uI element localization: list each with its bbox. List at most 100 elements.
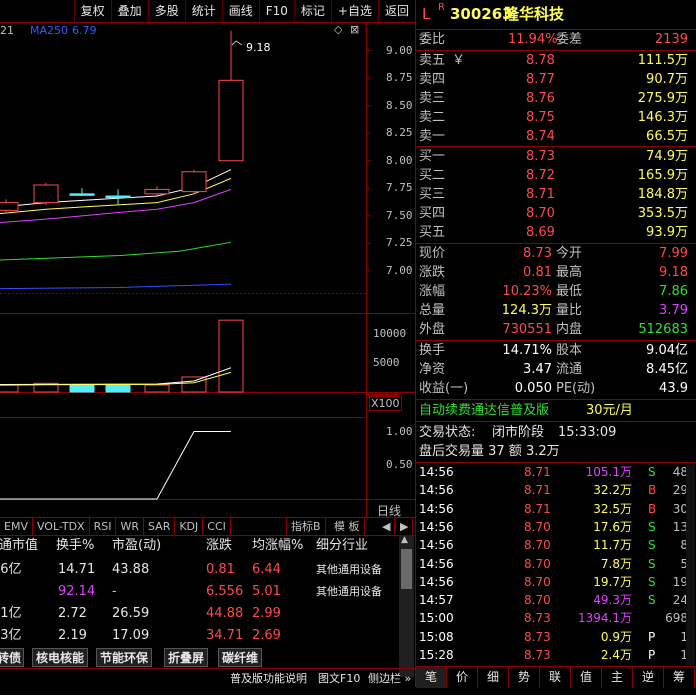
sector-tab-2[interactable]: 节能环保 xyxy=(96,648,153,667)
stat-row: 外盘 730551 内盘 512683 xyxy=(416,320,694,339)
candle-body[interactable] xyxy=(33,184,59,204)
tick-row: 14:56 8.71 32.2万 B 29 xyxy=(416,481,694,499)
f10-link[interactable]: 图文F10 xyxy=(318,669,360,688)
detail-tab[interactable]: 联 xyxy=(540,667,571,688)
price-tick: 8.50 xyxy=(386,98,413,112)
tick-direction: B xyxy=(648,483,657,498)
stat-label: 收益(一) xyxy=(419,381,469,396)
tick-row: 15:28 8.73 2.4万 P 1 xyxy=(416,646,694,664)
draw-line-button[interactable]: 画线 xyxy=(221,0,259,22)
col-market-cap[interactable]: 流通市值 xyxy=(0,535,38,557)
scroll-up-icon[interactable]: ▲ xyxy=(401,535,408,545)
back-button[interactable]: 返回 xyxy=(377,0,415,22)
candle-body[interactable] xyxy=(218,79,244,162)
volume-tick: 5000 xyxy=(373,356,400,370)
after-hours-row: 盘后交易量 37 额 3.2万 xyxy=(416,442,694,461)
volume-bar[interactable] xyxy=(0,384,19,393)
tab-vol-tdx[interactable]: VOL-TDX xyxy=(33,518,90,535)
table-cell: 43.88 xyxy=(112,562,150,577)
volume-bar[interactable] xyxy=(181,376,207,393)
ad-text[interactable]: 自动续费通达信普及版 xyxy=(419,401,549,420)
help-link[interactable]: 普及版功能说明 xyxy=(230,669,307,688)
trade-status-label: 交易状态: xyxy=(419,425,476,440)
add-watchlist-button[interactable]: +自选 xyxy=(330,0,378,22)
restore-rights-button[interactable]: 复权 xyxy=(73,0,111,22)
weicha-value: 2139 xyxy=(654,32,688,47)
price-tick: 8.00 xyxy=(386,153,413,167)
volume-bar[interactable] xyxy=(144,384,170,393)
tab-wr[interactable]: WR xyxy=(116,518,144,535)
f10-button[interactable]: F10 xyxy=(258,0,294,22)
bid-volume: 184.8万 xyxy=(637,187,688,202)
tick-price: 8.71 xyxy=(524,483,551,498)
tick-direction: P xyxy=(648,629,656,644)
ad-banner[interactable]: 自动续费通达信普及版 30元/月 xyxy=(416,401,694,420)
tick-volume: 19.7万 xyxy=(593,574,632,589)
tick-scrollbar[interactable] xyxy=(686,463,695,665)
detail-tab[interactable]: 细 xyxy=(478,667,509,688)
stat-label: 总量 xyxy=(419,303,446,318)
ad-price[interactable]: 30元/月 xyxy=(586,401,633,420)
col-pe[interactable]: 市盈(动) xyxy=(112,535,161,557)
table-row[interactable]: 21亿 2.72 26.59 44.88 2.99 xyxy=(0,603,415,625)
bid-price: 8.71 xyxy=(526,187,555,202)
kline-chart[interactable] xyxy=(0,23,415,520)
volume-bar[interactable] xyxy=(105,383,131,393)
ask-price: 8.78 xyxy=(526,53,555,68)
statistics-button[interactable]: 统计 xyxy=(184,0,222,22)
stat-value: 3.47 xyxy=(523,362,552,377)
next-arrow-icon[interactable]: ▶ xyxy=(396,518,414,535)
sector-tab-1[interactable]: 核电核能 xyxy=(32,648,89,667)
tab-rsi[interactable]: RSI xyxy=(90,518,117,535)
candle-body[interactable] xyxy=(105,195,131,199)
bid-price: 8.73 xyxy=(526,149,555,164)
tab-sar[interactable]: SAR xyxy=(144,518,176,535)
detail-tab[interactable]: 值 xyxy=(571,667,602,688)
table-row[interactable]: -92.14-6.5565.01其他通用设备 xyxy=(0,581,415,603)
tab-cci[interactable]: CCI xyxy=(203,518,231,535)
sector-tab-0[interactable]: 转债 xyxy=(0,648,25,667)
candle-body[interactable] xyxy=(69,193,95,196)
weibi-row: 委比 11.94% 委差 2139 xyxy=(416,30,694,49)
overlay-button[interactable]: 叠加 xyxy=(110,0,148,22)
col-avg-change[interactable]: 均涨幅% xyxy=(252,535,303,557)
candle-body[interactable] xyxy=(181,171,207,193)
sector-tab-3[interactable]: 折叠屏 xyxy=(164,648,209,667)
detail-tab[interactable]: 价 xyxy=(447,667,478,688)
stat-row: 总量 124.3万 量比 3.79 xyxy=(416,301,694,320)
price-tick: 8.25 xyxy=(386,126,413,140)
ask-volume: 275.9万 xyxy=(637,91,688,106)
col-change[interactable]: 涨跌 xyxy=(206,535,232,557)
tick-volume: 32.2万 xyxy=(593,483,632,498)
stock-name: 隆华科技 xyxy=(504,5,565,23)
tab-emv[interactable]: EMV xyxy=(0,518,33,535)
mark-button[interactable]: 标记 xyxy=(293,0,331,22)
tick-price: 8.73 xyxy=(524,611,551,626)
table-row[interactable]: 96亿 14.71 43.88 0.81 6.44 其他通用设备 xyxy=(0,559,415,581)
candle-body[interactable] xyxy=(144,188,170,195)
detail-tab[interactable]: 逆 xyxy=(633,667,664,688)
col-industry[interactable]: 细分行业 xyxy=(316,535,368,557)
tab-kdj[interactable]: KDJ xyxy=(175,518,204,535)
ask-label: 卖二 xyxy=(419,110,446,125)
volume-bar[interactable] xyxy=(218,319,244,393)
detail-tab[interactable]: 筹 xyxy=(664,667,695,688)
indicator-b-button[interactable]: 指标B xyxy=(286,518,326,535)
col-turnover[interactable]: 换手% xyxy=(56,535,94,557)
detail-tab[interactable]: 势 xyxy=(509,667,540,688)
multi-stock-button[interactable]: 多股 xyxy=(147,0,185,22)
stat-value: 124.3万 xyxy=(501,303,552,318)
sidebar-toggle[interactable]: 侧边栏 » xyxy=(368,669,411,688)
detail-tab[interactable]: 笔 xyxy=(416,667,447,688)
detail-tab[interactable]: 主 xyxy=(602,667,633,688)
weibi-value: 11.94% xyxy=(508,32,558,47)
table-row[interactable]: 33亿 2.19 17.09 34.71 2.69 xyxy=(0,625,415,647)
candle-body[interactable] xyxy=(0,202,19,211)
template-button[interactable]: 模 板 xyxy=(330,518,365,535)
sector-tab-4[interactable]: 碳纤维 xyxy=(218,648,263,667)
bid-row: 买一 8.73 74.9万 xyxy=(416,147,694,166)
scroll-thumb[interactable] xyxy=(401,549,412,589)
prev-arrow-icon[interactable]: ◀ xyxy=(378,518,396,535)
volume-bar[interactable] xyxy=(69,383,95,393)
stat-value: 14.71% xyxy=(502,343,552,358)
